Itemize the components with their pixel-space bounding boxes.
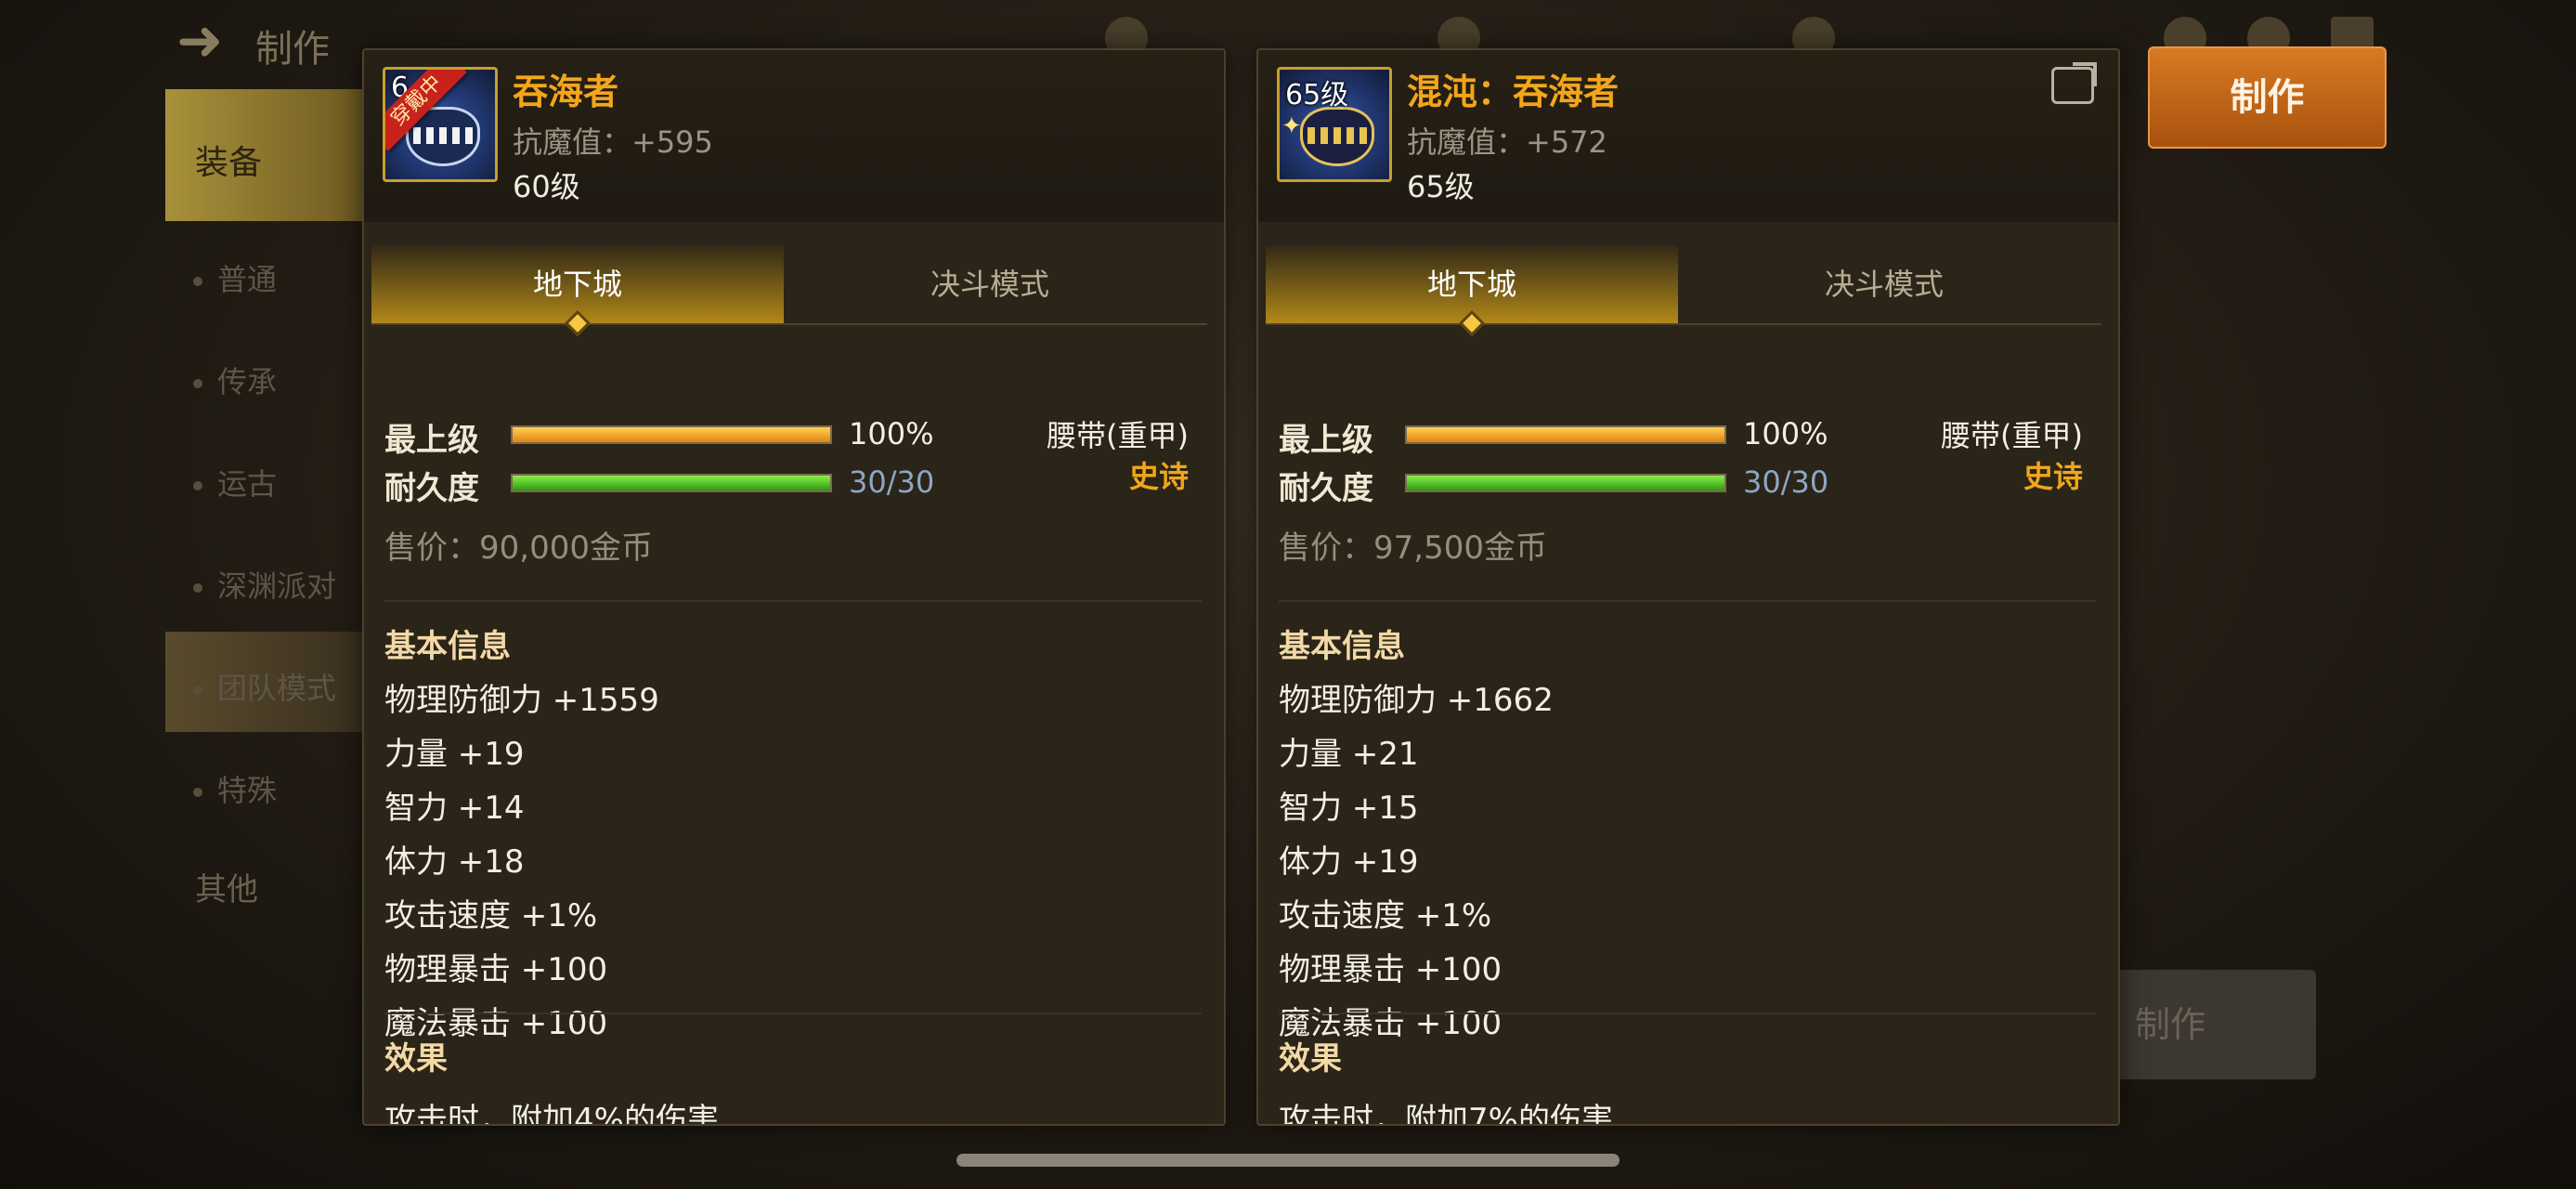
attribute-item: 力量 +19 — [384, 736, 525, 773]
max-level-bar — [511, 425, 832, 444]
effect-text: 攻击时，附加4%的伤害 — [384, 1102, 719, 1126]
slot-type: 腰带(重甲) — [1941, 418, 2083, 453]
attribute-item: 物理防御力 +1662 — [1279, 682, 1554, 719]
item-icon: 65级 ✦ — [1277, 67, 1392, 182]
left-menu: 普通 传承 运古 深渊派对 团队模式 特殊 — [165, 89, 362, 981]
card-header: 6 穿戴中 吞海者 抗魔值：+595 60级 — [364, 50, 1224, 222]
menu-item-team[interactable]: 团队模式 — [165, 665, 362, 708]
tab-divider — [371, 323, 1207, 325]
mode-tabs: 地下城 决斗模式 — [1266, 245, 2101, 337]
max-level-row: 最上级 100% 腰带(重甲) — [384, 414, 1202, 459]
max-level-bar — [1405, 425, 1726, 444]
card-header: 65级 ✦ 混沌：吞海者 抗魔值：+572 65级 — [1258, 50, 2118, 222]
item-card-equipped: 6 穿戴中 吞海者 抗魔值：+595 60级 地下城 决斗模式 最上级 100%… — [362, 48, 1226, 1126]
tab-pvp[interactable]: 决斗模式 — [784, 245, 1196, 323]
item-name: 混沌：吞海者 — [1407, 72, 1620, 112]
effect-title: 效果 — [1279, 1040, 1342, 1078]
page-title: 制作 — [255, 28, 330, 71]
divider — [384, 600, 1202, 602]
sell-price: 售价：90,000金币 — [384, 529, 653, 567]
attribute-item: 物理暴击 +100 — [1279, 951, 1503, 988]
max-level-value: 100% — [1743, 416, 1828, 451]
effect-title: 效果 — [384, 1040, 448, 1078]
max-level-row: 最上级 100% 腰带(重甲) — [1279, 414, 2096, 459]
sell-price: 售价：97,500金币 — [1279, 529, 1547, 567]
icon-level: 65级 — [1285, 79, 1349, 111]
durability-row: 耐久度 30/30 史诗 — [1279, 459, 2096, 507]
durability-bar — [1405, 474, 1726, 492]
max-level-label: 最上级 — [1279, 422, 1373, 459]
sparkle-icon: ✦ — [1281, 112, 1302, 140]
attribute-item: 攻击速度 +1% — [384, 897, 598, 934]
slot-type: 腰带(重甲) — [1047, 418, 1189, 453]
durability-row: 耐久度 30/30 史诗 — [384, 459, 1202, 507]
menu-item-special[interactable]: 特殊 — [165, 767, 362, 810]
back-arrow-icon[interactable]: ➜ — [176, 13, 223, 69]
rarity: 史诗 — [2023, 459, 2083, 494]
item-level: 65级 — [1407, 169, 1475, 204]
attribute-item: 物理暴击 +100 — [384, 951, 608, 988]
basic-info-title: 基本信息 — [1279, 628, 1405, 665]
divider — [384, 1013, 1202, 1014]
item-card-craft-target: 65级 ✦ 混沌：吞海者 抗魔值：+572 65级 地下城 决斗模式 最上级 1… — [1256, 48, 2120, 1126]
attribute-item: 攻击速度 +1% — [1279, 897, 1492, 934]
attribute-item: 体力 +19 — [1279, 843, 1419, 881]
tab-pvp[interactable]: 决斗模式 — [1678, 245, 2090, 323]
tab-divider — [1266, 323, 2101, 325]
max-level-value: 100% — [849, 416, 934, 451]
menu-item-inherit[interactable]: 传承 — [165, 359, 362, 401]
durability-value: 30/30 — [849, 464, 935, 500]
make-button[interactable]: 制作 — [2148, 46, 2387, 149]
item-icon: 6 穿戴中 — [383, 67, 498, 182]
mode-tabs: 地下城 决斗模式 — [371, 245, 1207, 337]
menu-item-ancient[interactable]: 运古 — [165, 461, 362, 503]
menu-item-abyss[interactable]: 深渊派对 — [165, 563, 362, 606]
durability-value: 30/30 — [1743, 464, 1829, 500]
max-level-label: 最上级 — [384, 422, 479, 459]
menu-item-other[interactable]: 其他 — [165, 864, 362, 909]
attribute-item: 物理防御力 +1559 — [384, 682, 659, 719]
item-name: 吞海者 — [513, 72, 619, 112]
item-level: 60级 — [513, 169, 580, 204]
divider — [1279, 1013, 2096, 1014]
magic-resistance: 抗魔值：+572 — [1407, 124, 1607, 160]
home-indicator[interactable] — [956, 1154, 1620, 1167]
divider — [1279, 600, 2096, 602]
magic-resistance: 抗魔值：+595 — [513, 124, 713, 160]
attribute-item: 智力 +14 — [384, 790, 525, 827]
durability-bar — [511, 474, 832, 492]
basic-info-title: 基本信息 — [384, 628, 511, 665]
rarity: 史诗 — [1128, 459, 1189, 494]
durability-label: 耐久度 — [1279, 470, 1373, 507]
menu-item-normal[interactable]: 普通 — [165, 256, 362, 299]
durability-label: 耐久度 — [384, 470, 479, 507]
attribute-item: 体力 +18 — [384, 843, 525, 881]
share-icon[interactable] — [2051, 67, 2094, 104]
attribute-item: 智力 +15 — [1279, 790, 1419, 827]
effect-text: 攻击时，附加7%的伤害 — [1279, 1102, 1613, 1126]
attribute-item: 力量 +21 — [1279, 736, 1419, 773]
